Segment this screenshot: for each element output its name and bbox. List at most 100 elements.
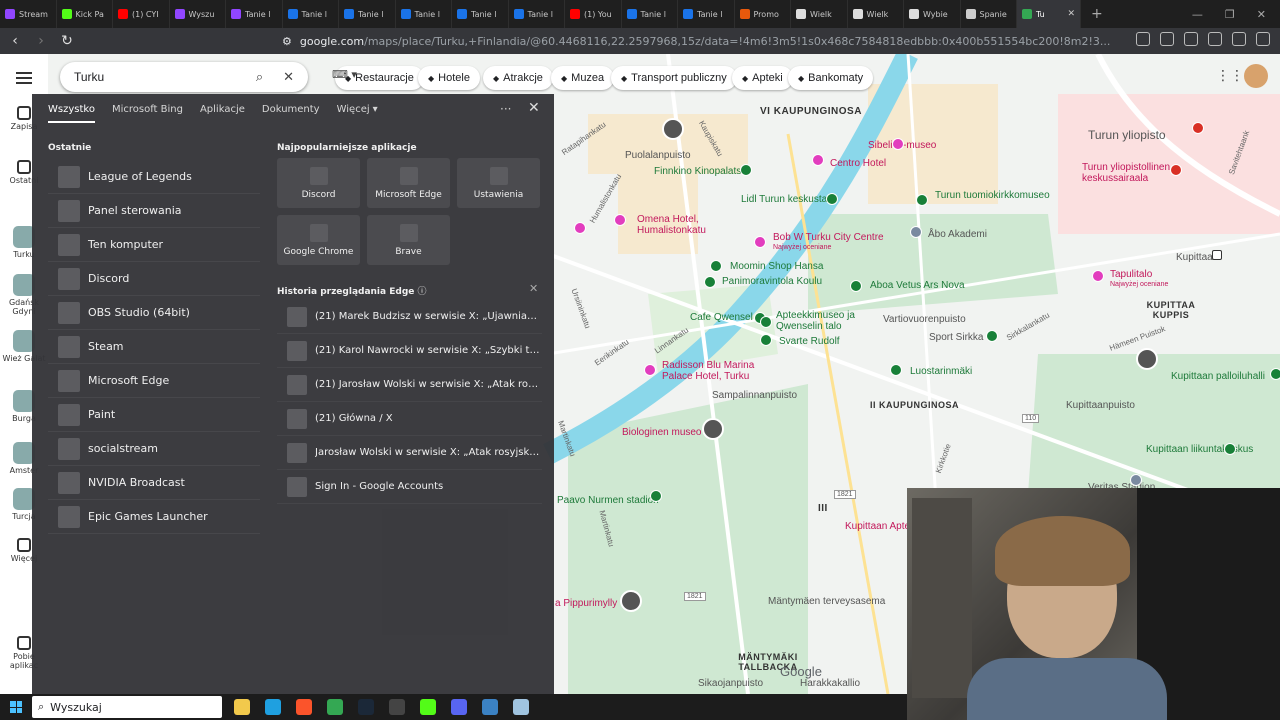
maximize-icon[interactable]: ❐ xyxy=(1225,8,1235,21)
map-label-moomin[interactable]: Moomin Shop Hansa xyxy=(730,261,823,272)
browser-tab[interactable]: Tanie l xyxy=(226,0,283,28)
taskbar-search-box[interactable]: ⌕ Wyszukaj xyxy=(32,696,222,718)
museum-pin-icon[interactable] xyxy=(892,138,904,150)
hotel-pin-icon[interactable] xyxy=(1092,270,1104,282)
recent-app-item[interactable]: Panel sterowania xyxy=(48,194,260,228)
browser-tab[interactable]: Wielk xyxy=(791,0,848,28)
map-label-palloiluhalli[interactable]: Kupittaan palloiluhalli xyxy=(1171,371,1265,382)
map-label-mantymaen[interactable]: Mäntymäen terveysasema xyxy=(768,596,885,607)
hotel-pin-icon[interactable] xyxy=(644,364,656,376)
browser-tab[interactable]: Wybie xyxy=(904,0,961,28)
train-station-icon[interactable] xyxy=(1212,250,1222,260)
museum-pin-icon[interactable] xyxy=(850,280,862,292)
reload-icon[interactable]: ↻ xyxy=(60,33,74,49)
map-label-luostari[interactable]: Luostarinmäki xyxy=(910,366,972,377)
tab-close-icon[interactable]: ✕ xyxy=(1067,9,1075,19)
wallet-icon[interactable] xyxy=(1208,32,1222,46)
map-label-apteekki[interactable]: Apteekkimuseo ja Qwenselin talo xyxy=(776,310,866,332)
history-item[interactable]: (21) Główna / X xyxy=(277,402,542,436)
map-label-paavo[interactable]: Paavo Nurmen stadion xyxy=(557,495,659,506)
close-icon[interactable]: ✕ xyxy=(528,100,540,116)
site-info-icon[interactable]: ⚙ xyxy=(282,35,292,48)
recent-app-item[interactable]: OBS Studio (64bit) xyxy=(48,296,260,330)
hotel-pin-icon[interactable] xyxy=(812,154,824,166)
map-label-tapulitalo[interactable]: Tapulitalo xyxy=(1110,269,1152,280)
recent-app-item[interactable]: Paint xyxy=(48,398,260,432)
category-chip[interactable]: ◆ Bankomaty xyxy=(788,66,874,90)
browser-tab[interactable]: Tu ✕ xyxy=(1017,0,1081,28)
browser-tab[interactable]: Tanie l xyxy=(678,0,735,28)
new-tab-icon[interactable]: + xyxy=(1081,6,1113,22)
restaurant-pin-icon[interactable] xyxy=(704,276,716,288)
brave-app-icon[interactable] xyxy=(296,699,312,715)
hamburger-menu-icon[interactable] xyxy=(16,72,32,84)
sport-pin-icon[interactable] xyxy=(986,330,998,342)
minimize-icon[interactable]: — xyxy=(1192,8,1203,21)
shop-pin-icon[interactable] xyxy=(826,193,838,205)
browser-tab[interactable]: Wyszu xyxy=(170,0,226,28)
recent-app-item[interactable]: NVIDIA Broadcast xyxy=(48,466,260,500)
hotel-pin-icon[interactable] xyxy=(574,222,586,234)
school-pin-icon[interactable] xyxy=(910,226,922,238)
category-chip[interactable]: ◆ Atrakcje xyxy=(483,66,553,90)
sport-pin-icon[interactable] xyxy=(1270,368,1280,380)
hospital-pin-icon[interactable] xyxy=(1192,122,1204,134)
restaurant-pin-icon[interactable] xyxy=(760,334,772,346)
more-options-icon[interactable]: ··· xyxy=(500,102,511,116)
steam-app-icon[interactable] xyxy=(358,699,374,715)
app-icon-9[interactable] xyxy=(482,699,498,715)
place-pin-icon[interactable] xyxy=(740,164,752,176)
recent-app-item[interactable]: Discord xyxy=(48,262,260,296)
photo-pin-icon[interactable] xyxy=(662,118,684,140)
history-item[interactable]: (21) Karol Nawrocki w serwisie X: „Szybk… xyxy=(277,334,542,368)
sport-pin-icon[interactable] xyxy=(1224,443,1236,455)
category-chip[interactable]: ◆ Hotele xyxy=(418,66,480,90)
church-pin-icon[interactable] xyxy=(916,194,928,206)
browser-tab[interactable]: Tanie l xyxy=(622,0,678,28)
reading-list-icon[interactable] xyxy=(1160,32,1174,46)
close-history-icon[interactable]: ✕ xyxy=(529,282,538,295)
obs-app-icon[interactable] xyxy=(389,699,405,715)
map-label-omena[interactable]: Omena Hotel, Humalistonkatu xyxy=(637,214,727,236)
taskbar-search-input[interactable]: Wyszukaj xyxy=(50,701,102,714)
top-app-tile[interactable]: Brave xyxy=(367,215,450,265)
maps-search-box[interactable]: Turku ⌕ ✕ xyxy=(60,62,308,92)
back-icon[interactable]: ‹ xyxy=(8,33,22,49)
info-icon[interactable]: ⓘ xyxy=(418,287,427,297)
hospital-pin-icon[interactable] xyxy=(1170,164,1182,176)
browser-tab[interactable]: Spanie xyxy=(961,0,1017,28)
category-chip[interactable]: ◆ Muzea xyxy=(551,66,615,90)
photo-pin-icon[interactable] xyxy=(1136,348,1158,370)
sidebar-icon[interactable] xyxy=(1184,32,1198,46)
history-item[interactable]: Jarosław Wolski w serwisie X: „Atak rosy… xyxy=(277,436,542,470)
map-label-bobw[interactable]: Bob W Turku City Centre xyxy=(773,232,884,243)
kick-app-icon[interactable] xyxy=(420,699,436,715)
map-label-pippurimylly[interactable]: a Pippurimylly xyxy=(555,598,617,609)
museum-pin-icon[interactable] xyxy=(890,364,902,376)
forward-icon[interactable]: › xyxy=(34,33,48,49)
explorer-app-icon[interactable] xyxy=(234,699,250,715)
browser-tab[interactable]: Kick Pa xyxy=(57,0,113,28)
map-label-liikuntakeskus[interactable]: Kupittaan liikuntakeskus xyxy=(1146,444,1253,455)
recent-app-item[interactable]: Microsoft Edge xyxy=(48,364,260,398)
map-label-biologinen[interactable]: Biologinen museo xyxy=(622,427,702,438)
search-scope-tab[interactable]: Microsoft Bing xyxy=(112,104,183,123)
photo-pin-icon[interactable] xyxy=(702,418,724,440)
shop-pin-icon[interactable] xyxy=(710,260,722,272)
browser-tab[interactable]: (1) CYI xyxy=(113,0,170,28)
menu-icon[interactable] xyxy=(1256,32,1270,46)
stadium-pin-icon[interactable] xyxy=(650,490,662,502)
browser-tab[interactable]: Tanie l xyxy=(509,0,565,28)
close-window-icon[interactable]: ✕ xyxy=(1257,8,1266,21)
stadium-pin-icon[interactable] xyxy=(1130,474,1142,486)
map-label-abo[interactable]: Åbo Akademi xyxy=(928,229,987,240)
map-label-kupittaa[interactable]: Kupittaa xyxy=(1176,252,1213,263)
extensions-icon[interactable] xyxy=(1136,32,1150,46)
recent-app-item[interactable]: Steam xyxy=(48,330,260,364)
vpn-icon[interactable] xyxy=(1232,32,1246,46)
top-app-tile[interactable]: Discord xyxy=(277,158,360,208)
history-item[interactable]: (21) Jarosław Wolski w serwisie X: „Atak… xyxy=(277,368,542,402)
map-label-finnkino[interactable]: Finnkino Kinopalatsi xyxy=(654,166,744,177)
museum-pin-icon[interactable] xyxy=(760,316,772,328)
map-label-radisson[interactable]: Radisson Blu Marina Palace Hotel, Turku xyxy=(662,360,762,382)
